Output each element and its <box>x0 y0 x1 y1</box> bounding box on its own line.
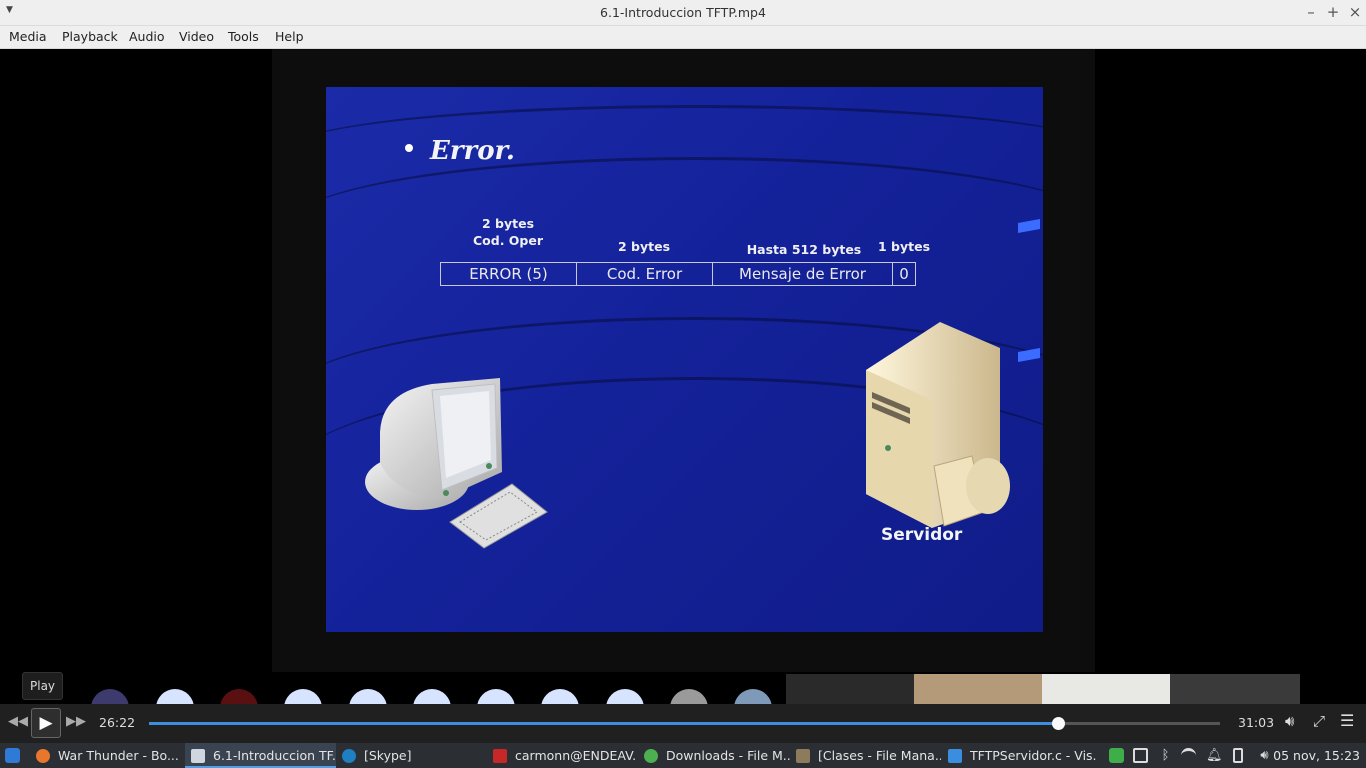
fast-forward-icon[interactable]: ▶▶ <box>66 714 86 729</box>
task-label: TFTPServidor.c - Vis... <box>970 748 1096 763</box>
start-menu-icon[interactable] <box>5 748 20 763</box>
task-file-manager[interactable]: [Clases - File Mana... <box>796 743 941 768</box>
participant-video[interactable] <box>914 674 1042 704</box>
task-downloads[interactable]: Downloads - File M... <box>644 743 790 768</box>
task-label: carmonn@ENDEAV... <box>515 748 637 763</box>
menu-media[interactable]: Media <box>9 29 47 44</box>
task-label: [Clases - File Mana... <box>818 748 941 763</box>
player-controls: ◀◀ ▶ ▶▶ 26:22 31:03 🔊︎ ⤢ ☰ <box>0 704 1366 743</box>
play-button[interactable]: ▶ <box>31 708 61 738</box>
opcode-size-label: 2 bytes <box>481 216 535 231</box>
task-label: [Skype] <box>364 748 412 763</box>
total-time: 31:03 <box>1238 715 1275 730</box>
update-check-icon[interactable] <box>1109 748 1124 763</box>
minimize-button[interactable]: – <box>1303 3 1319 21</box>
menu-video[interactable]: Video <box>179 29 214 44</box>
message-size-label: Hasta 512 bytes <box>746 242 862 257</box>
firefox-icon <box>36 749 50 763</box>
folder-icon <box>796 749 810 763</box>
packet-field-terminator: 0 <box>899 265 909 283</box>
task-label: 6.1-Introduccion TF... <box>213 748 336 763</box>
client-computer-icon <box>365 378 548 549</box>
notifications-icon[interactable]: 🔔︎ <box>1206 748 1223 763</box>
window-titlebar: ▼ 6.1-Introduccion TFTP.mp4 – + × <box>0 0 1366 26</box>
maximize-button[interactable]: + <box>1325 3 1341 21</box>
play-tooltip: Play <box>22 672 64 700</box>
seek-bar-fill <box>149 722 1059 725</box>
participant-video[interactable] <box>786 674 914 704</box>
packet-diagram: ERROR (5) Cod. Error Mensaje de Error 0 <box>440 262 916 286</box>
task-skype[interactable]: [Skype] <box>342 743 442 768</box>
vscode-icon <box>948 749 962 763</box>
task-war-thunder[interactable]: War Thunder - Bo... <box>36 743 180 768</box>
rewind-icon[interactable]: ◀◀ <box>8 714 28 729</box>
packet-field-opcode: ERROR (5) <box>441 263 577 285</box>
media-player-icon <box>191 749 205 763</box>
menu-help[interactable]: Help <box>275 29 304 44</box>
skype-icon <box>342 749 356 763</box>
volume-tray-icon[interactable]: 🔊︎ <box>1257 748 1272 763</box>
taskbar: War Thunder - Bo... 6.1-Introduccion TF.… <box>0 743 1366 768</box>
task-vscode[interactable]: TFTPServidor.c - Vis... <box>948 743 1096 768</box>
window-title: 6.1-Introduccion TFTP.mp4 <box>600 5 766 20</box>
menu-audio[interactable]: Audio <box>129 29 165 44</box>
wifi-icon[interactable] <box>1181 748 1196 763</box>
errcode-size-label: 2 bytes <box>617 239 671 254</box>
current-time: 26:22 <box>99 715 136 730</box>
close-button[interactable]: × <box>1347 3 1363 21</box>
participant-video[interactable] <box>1042 674 1170 704</box>
battery-icon[interactable] <box>1233 748 1243 763</box>
server-label: Servidor <box>881 525 963 545</box>
packet-field-errcode: Cod. Error <box>577 263 713 285</box>
menu-tools[interactable]: Tools <box>228 29 259 44</box>
menu-bar: Media Playback Audio Video Tools Help <box>0 26 1366 49</box>
terminator-size-label: 1 bytes <box>877 239 931 254</box>
task-label: War Thunder - Bo... <box>58 748 179 763</box>
bullet-icon <box>405 144 413 152</box>
task-label: Downloads - File M... <box>666 748 790 763</box>
seek-bar[interactable] <box>149 717 1220 730</box>
bluetooth-icon[interactable]: ᛒ <box>1158 748 1173 763</box>
download-icon <box>644 749 658 763</box>
participant-video[interactable] <box>1170 674 1300 704</box>
slide-title: Error. <box>430 136 515 166</box>
opcode-name-label: Cod. Oper <box>472 233 544 248</box>
playlist-menu-icon[interactable]: ☰ <box>1340 711 1354 730</box>
terminal-icon <box>493 749 507 763</box>
notes-icon[interactable] <box>1133 748 1148 763</box>
task-terminal[interactable]: carmonn@ENDEAV... <box>493 743 637 768</box>
menu-playback[interactable]: Playback <box>62 29 118 44</box>
packet-field-message: Mensaje de Error <box>713 263 893 285</box>
fullscreen-icon[interactable]: ⤢ <box>1313 712 1325 730</box>
server-icon <box>866 322 1010 528</box>
task-media-player[interactable]: 6.1-Introduccion TF... <box>185 743 336 768</box>
volume-icon[interactable]: 🔊︎ <box>1285 712 1294 730</box>
seek-handle[interactable] <box>1052 717 1066 730</box>
clock[interactable]: 05 nov, 15:23 <box>1273 743 1360 768</box>
